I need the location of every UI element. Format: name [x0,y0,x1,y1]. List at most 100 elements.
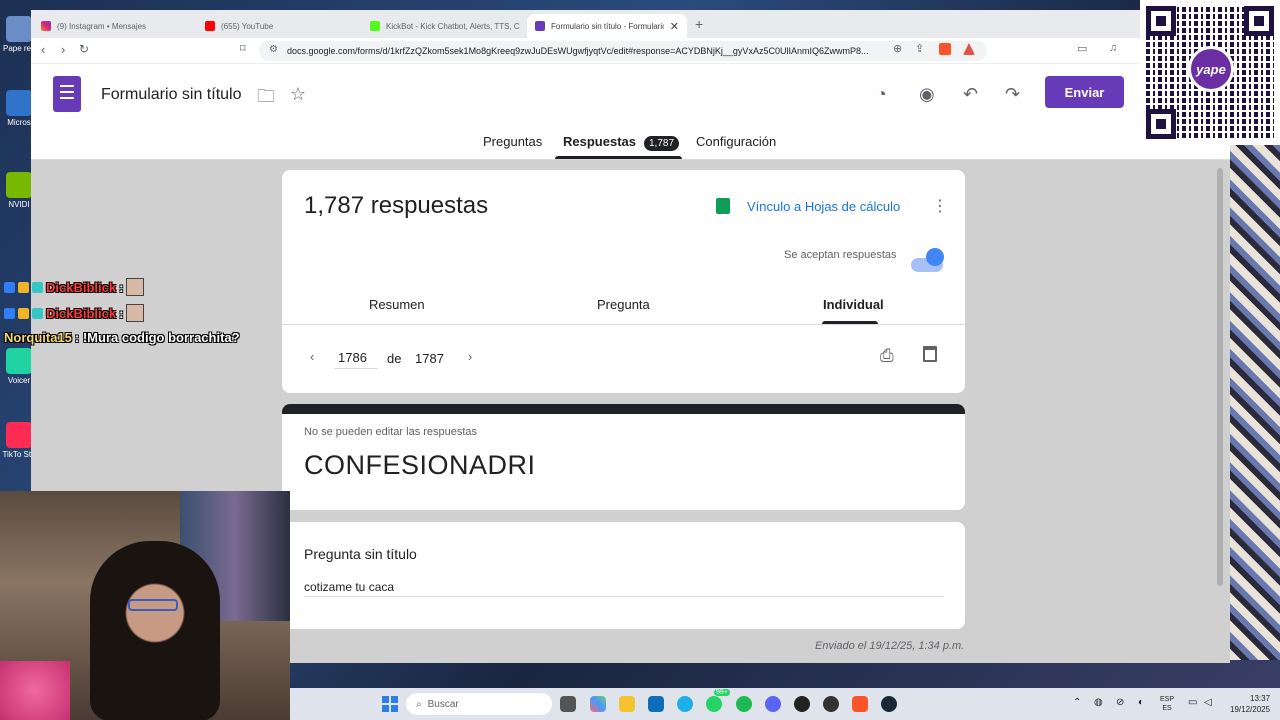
tab-youtube[interactable]: (655) YouTube [197,14,357,38]
no-edit-note: No se pueden editar las respuestas [304,426,478,438]
webcam-glasses [128,599,178,611]
response-index-input[interactable]: 1786 [334,350,378,369]
address-bar[interactable]: ⚙ docs.google.com/forms/d/1krfZzQZkom5se… [259,41,987,61]
whatsapp-icon[interactable] [706,696,722,712]
chat-username: Norquita15 [4,330,72,345]
microsoft-app-icon [6,90,32,116]
print-icon[interactable]: ⎙ [880,346,894,366]
tab-responses-label: Respuestas [563,134,636,149]
discord-icon[interactable] [765,696,781,712]
send-button[interactable]: Enviar [1045,76,1124,108]
task-view-icon[interactable] [560,696,576,712]
share-icon[interactable]: ⇪ [915,42,924,55]
tab-title: (655) YouTube [221,21,274,31]
sheets-icon[interactable] [716,198,730,214]
kickbot-icon [370,21,380,31]
youtube-icon [205,21,215,31]
clock-time: 13:37 [1250,694,1271,703]
page-scrollbar[interactable] [1217,168,1223,586]
copilot-icon[interactable] [590,696,606,712]
tab-strip: (9) Instagram • Mensajes (655) YouTube K… [31,10,1230,38]
url-text: docs.google.com/forms/d/1krfZzQZkom5sek1… [287,46,869,56]
folder-icon[interactable]: 🗀 [257,84,275,114]
bookmark-icon[interactable]: ⌑ [240,42,246,55]
media-icon[interactable]: ♫ [1109,42,1117,54]
reload-icon[interactable]: ↻ [79,42,89,56]
brave-shield-icon[interactable] [939,43,951,55]
app-icon[interactable] [823,696,839,712]
tab-questions[interactable]: Preguntas [483,134,542,149]
chat-message-text: : [119,305,124,321]
undo-icon[interactable]: ↶ [963,84,978,105]
google-forms-logo[interactable] [53,76,81,112]
question-card: Pregunta sin título cotizame tu caca [282,522,965,629]
subtab-summary[interactable]: Resumen [369,297,425,312]
tray-app-icon[interactable]: ◍ [1094,697,1103,708]
tab-title: (9) Instagram • Mensajes [57,21,147,31]
responses-summary-card: 1,787 respuestas Vínculo a Hojas de cálc… [282,170,965,393]
forms-tab-icon [535,21,545,31]
tray-app-icon[interactable]: ◐ [1138,697,1144,708]
store-icon[interactable] [648,696,664,712]
yape-qr-code: yape [1140,0,1280,145]
clock-date: 19/12/2025 [1230,705,1271,714]
subtab-divider [282,324,965,325]
tab-responses[interactable]: Respuestas 1,787 [563,134,680,151]
tab-forms[interactable]: Formulario sin título - Formulario ✕ [527,14,687,38]
subtab-question[interactable]: Pregunta [597,297,650,312]
edge-icon[interactable] [677,696,693,712]
chat-message-text: : !Mura codigo borrachita? [74,330,240,345]
network-icon[interactable]: ▭ [1188,697,1197,708]
chat-username: DickBiblick [46,279,117,295]
steam-icon[interactable] [881,696,897,712]
chat-message-text: : [119,279,124,295]
star-icon[interactable]: ☆ [290,84,306,105]
form-title[interactable]: Formulario sin título [101,86,242,104]
wallpaper-art [1230,140,1280,660]
chat-message: Norquita15 : !Mura codigo borrachita? [4,330,240,345]
search-icon: ⌕ [416,698,422,710]
desktop-icon-label: NVIDI [8,200,30,209]
new-tab-icon[interactable]: + [695,16,703,32]
chevron-right-icon[interactable]: › [468,349,472,364]
palette-icon[interactable]: ◔ [876,84,887,105]
back-icon[interactable]: ‹ [41,42,45,57]
subtab-individual[interactable]: Individual [823,297,884,312]
link-to-sheets-button[interactable]: Vínculo a Hojas de cálculo [747,199,900,214]
tab-settings[interactable]: Configuración [696,134,776,149]
instagram-icon [41,21,51,31]
tray-chevron-icon[interactable]: ⌃ [1073,697,1081,708]
delete-icon[interactable] [923,346,937,362]
tab-title: Formulario sin título - Formulario [551,21,664,31]
taskbar-clock[interactable]: 13:37 19/12/2025 [1230,693,1270,715]
active-tab-indicator [555,156,682,159]
chevron-left-icon[interactable]: ‹ [310,349,314,364]
close-tab-icon[interactable]: ✕ [670,20,679,33]
chat-username: DickBiblick [46,305,117,321]
zoom-icon[interactable]: ⊕ [893,42,902,55]
windows-start-icon[interactable] [382,696,398,712]
chat-badge-icon [32,281,43,293]
webcam-pink-object [0,661,70,720]
tab-instagram[interactable]: (9) Instagram • Mensajes [33,14,193,38]
taskbar-search[interactable]: ⌕ Buscar [406,693,552,715]
file-explorer-icon[interactable] [619,696,635,712]
forward-icon[interactable]: › [61,42,65,57]
brave-icon[interactable] [852,696,868,712]
response-title-card: No se pueden editar las respuestas CONFE… [282,404,965,510]
spotify-icon[interactable] [736,696,752,712]
toggle-knob[interactable] [926,248,944,266]
question-title: Pregunta sin título [304,546,417,562]
tray-app-icon[interactable]: ⊘ [1116,697,1124,708]
preview-eye-icon[interactable]: ◉ [919,84,935,105]
obs-icon[interactable] [794,696,810,712]
browser-toolbar: ‹ › ↻ ⌑ ⚙ docs.google.com/forms/d/1krfZz… [31,38,1230,64]
volume-icon[interactable]: ◁ [1204,697,1212,708]
sidebar-icon[interactable]: ▭ [1077,42,1087,55]
input-language[interactable]: ESP ES [1160,695,1174,713]
search-placeholder: Buscar [427,698,459,710]
redo-icon[interactable]: ↷ [1005,84,1020,105]
site-info-icon[interactable]: ⚙ [269,44,278,55]
more-vert-icon[interactable]: ⋮ [932,196,948,216]
tab-kickbot[interactable]: KickBot - Kick Chatbot, Alerts, TTS, C [362,14,522,38]
